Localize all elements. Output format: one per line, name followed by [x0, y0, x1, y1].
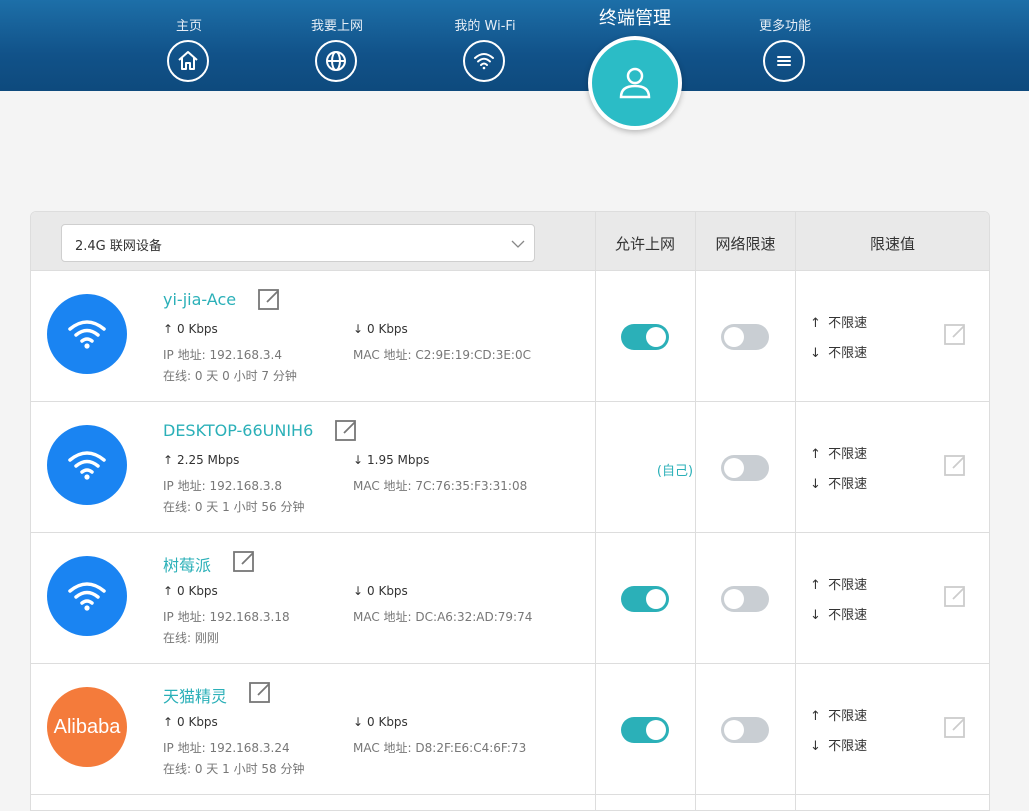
edit-icon[interactable] — [257, 287, 281, 315]
arrow-down-icon: ↓ — [810, 608, 821, 623]
nav-wifi-label: 我的 Wi-Fi — [454, 19, 516, 34]
edit-icon[interactable] — [248, 680, 272, 708]
device-mac: MAC 地址: 7C:76:35:F3:31:08 — [353, 479, 528, 493]
table-row: yi-jia-Ace ↑ 0 Kbps ↓ 0 Kbps IP 地址: 192.16… — [31, 270, 989, 402]
arrow-up-icon: ↑ — [810, 316, 821, 331]
upload-limit: ↑ 不限速 — [810, 578, 868, 593]
band-select[interactable]: 2.4G 联网设备 — [61, 224, 535, 262]
allow-internet-toggle[interactable] — [621, 586, 669, 612]
download-limit: ↓ 不限速 — [810, 477, 868, 492]
band-select-value: 2.4G 联网设备 — [75, 239, 162, 254]
table-row: 树莓派 ↑ 0 Kbps ↓ 0 Kbps IP 地址: 192.168.3.18 … — [31, 532, 989, 664]
device-online-time: 在线: 0 天 0 小时 7 分钟 — [163, 369, 297, 383]
edit-limit-icon[interactable] — [943, 584, 967, 612]
arrow-down-icon: ↓ — [353, 584, 364, 598]
upload-rate: ↑ 2.25 Mbps — [163, 453, 240, 467]
menu-icon[interactable] — [763, 40, 805, 82]
arrow-down-icon: ↓ — [810, 477, 821, 492]
arrow-down-icon: ↓ — [810, 739, 821, 754]
speed-limit-toggle[interactable] — [721, 455, 769, 481]
header-speed-limit: 网络限速 — [715, 235, 776, 253]
arrow-up-icon: ↑ — [163, 715, 174, 729]
wifi-icon[interactable] — [463, 40, 505, 82]
device-avatar — [47, 425, 127, 505]
device-avatar: Alibaba — [47, 687, 127, 767]
device-ip: IP 地址: 192.168.3.8 — [163, 479, 282, 493]
device-ip: IP 地址: 192.168.3.4 — [163, 348, 282, 362]
upload-limit: ↑ 不限速 — [810, 316, 868, 331]
upload-rate: ↑ 0 Kbps — [163, 322, 218, 336]
device-mac: MAC 地址: D8:2F:E6:C4:6F:73 — [353, 741, 527, 755]
edit-limit-icon[interactable] — [943, 322, 967, 350]
wifi-icon — [68, 582, 106, 611]
device-table: 2.4G 联网设备 允许上网 网络限速 限速值 yi-jia-Ace ↑ 0 Kb… — [30, 211, 990, 811]
arrow-up-icon: ↑ — [810, 447, 821, 462]
self-device-label: (自己) — [656, 464, 694, 479]
arrow-up-icon: ↑ — [810, 709, 821, 724]
device-ip: IP 地址: 192.168.3.24 — [163, 741, 290, 755]
upload-rate: ↑ 0 Kbps — [163, 715, 218, 729]
download-limit: ↓ 不限速 — [810, 739, 868, 754]
edit-limit-icon[interactable] — [943, 715, 967, 743]
user-icon[interactable] — [588, 36, 682, 130]
nav-more-label: 更多功能 — [758, 19, 811, 34]
allow-internet-toggle[interactable] — [621, 717, 669, 743]
arrow-down-icon: ↓ — [353, 453, 364, 467]
edit-icon[interactable] — [232, 549, 256, 577]
globe-icon[interactable] — [315, 40, 357, 82]
arrow-down-icon: ↓ — [353, 715, 364, 729]
device-name: DESKTOP-66UNIH6 — [163, 421, 314, 440]
device-name: 天猫精灵 — [163, 687, 228, 706]
nav-terminal-label: 终端管理 — [599, 8, 671, 29]
device-online-time: 在线: 刚刚 — [163, 631, 219, 645]
allow-internet-toggle[interactable] — [621, 324, 669, 350]
download-rate: ↓ 0 Kbps — [353, 584, 408, 598]
download-rate: ↓ 1.95 Mbps — [353, 453, 430, 467]
arrow-up-icon: ↑ — [163, 584, 174, 598]
device-name: yi-jia-Ace — [163, 290, 237, 309]
device-ip: IP 地址: 192.168.3.18 — [163, 610, 290, 624]
header-limit-value: 限速值 — [869, 235, 915, 253]
alibaba-logo: Alibaba — [53, 715, 121, 738]
upload-rate: ↑ 0 Kbps — [163, 584, 218, 598]
nav-home-label: 主页 — [175, 19, 202, 34]
arrow-down-icon: ↓ — [353, 322, 364, 336]
arrow-up-icon: ↑ — [163, 453, 174, 467]
wifi-icon — [68, 320, 106, 349]
device-mac: MAC 地址: C2:9E:19:CD:3E:0C — [353, 348, 531, 362]
device-avatar — [47, 294, 127, 374]
edit-limit-icon[interactable] — [943, 453, 967, 481]
speed-limit-toggle[interactable] — [721, 717, 769, 743]
table-header: 2.4G 联网设备 允许上网 网络限速 限速值 — [31, 212, 989, 271]
table-row: DESKTOP-66UNIH6 ↑ 2.25 Mbps ↓ 1.95 Mbps IP… — [31, 401, 989, 533]
table-row: Alibaba 天猫精灵 ↑ 0 Kbps ↓ 0 Kbps IP 地址: 192.… — [31, 663, 989, 795]
download-rate: ↓ 0 Kbps — [353, 322, 408, 336]
top-nav-bar: 主页 我要上网 我的 Wi-Fi 终端管理 更多功能 — [0, 0, 1029, 130]
edit-icon[interactable] — [334, 418, 358, 446]
wifi-icon — [68, 451, 106, 480]
device-name: 树莓派 — [163, 556, 212, 575]
nav-internet-label: 我要上网 — [310, 19, 363, 34]
home-icon[interactable] — [167, 40, 209, 82]
device-online-time: 在线: 0 天 1 小时 58 分钟 — [163, 762, 305, 776]
upload-limit: ↑ 不限速 — [810, 709, 868, 724]
arrow-up-icon: ↑ — [810, 578, 821, 593]
download-limit: ↓ 不限速 — [810, 346, 868, 361]
header-allow-internet: 允许上网 — [614, 235, 675, 253]
chevron-down-icon — [510, 236, 526, 255]
arrow-down-icon: ↓ — [810, 346, 821, 361]
device-mac: MAC 地址: DC:A6:32:AD:79:74 — [353, 610, 533, 624]
download-limit: ↓ 不限速 — [810, 608, 868, 623]
arrow-up-icon: ↑ — [163, 322, 174, 336]
download-rate: ↓ 0 Kbps — [353, 715, 408, 729]
speed-limit-toggle[interactable] — [721, 586, 769, 612]
device-avatar — [47, 556, 127, 636]
speed-limit-toggle[interactable] — [721, 324, 769, 350]
device-online-time: 在线: 0 天 1 小时 56 分钟 — [163, 500, 305, 514]
upload-limit: ↑ 不限速 — [810, 447, 868, 462]
